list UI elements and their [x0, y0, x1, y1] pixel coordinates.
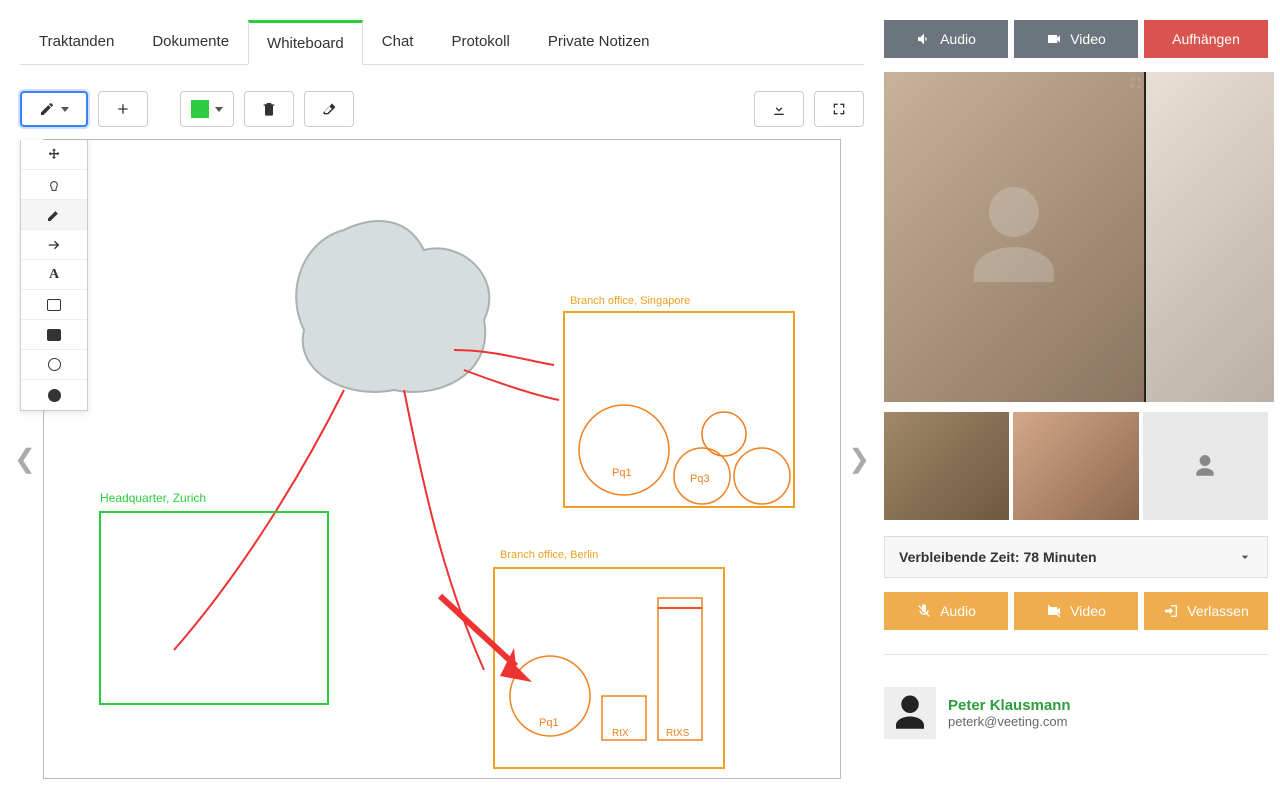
svg-text:RtXS: RtXS	[666, 728, 690, 739]
add-button[interactable]	[98, 91, 148, 127]
arrow-right-icon	[46, 237, 62, 253]
square-outline-icon	[47, 299, 61, 311]
move-icon	[46, 147, 62, 163]
video-toggle-top[interactable]: Video	[1014, 20, 1138, 58]
expand-icon	[831, 101, 847, 117]
tab-private-notizen[interactable]: Private Notizen	[529, 20, 669, 64]
audio-toggle-top[interactable]: Audio	[884, 20, 1008, 58]
pencil-icon	[46, 207, 62, 223]
circle-fill-icon	[48, 389, 61, 402]
tab-protokoll[interactable]: Protokoll	[432, 20, 528, 64]
remaining-time-label: Verbleibende Zeit: 78 Minuten	[899, 549, 1097, 565]
video-feed-empty[interactable]	[1143, 412, 1268, 520]
tool-laser[interactable]	[21, 170, 87, 200]
chevron-down-icon	[215, 107, 223, 112]
video-feed-4[interactable]	[1013, 412, 1138, 520]
camera-icon	[1046, 31, 1062, 47]
audio-toggle-bottom[interactable]: Audio	[884, 592, 1008, 630]
svg-text:Pq1: Pq1	[612, 467, 632, 479]
avatar	[884, 687, 936, 739]
whiteboard-canvas[interactable]: Headquarter, Zurich Branch office, Singa…	[43, 139, 841, 779]
mic-off-icon	[916, 603, 932, 619]
hangup-button[interactable]: Aufhängen	[1144, 20, 1268, 58]
participant-row[interactable]: Peter Klausmann peterk@veeting.com	[884, 679, 1268, 747]
video-grid: ⛶	[884, 72, 1268, 402]
svg-text:Pq3: Pq3	[690, 473, 710, 485]
tool-text[interactable]: A	[21, 260, 87, 290]
logout-icon	[1163, 603, 1179, 619]
color-picker-button[interactable]	[180, 91, 234, 127]
video-feed-2[interactable]	[1146, 72, 1274, 402]
tool-arrow[interactable]	[21, 230, 87, 260]
plus-icon	[115, 101, 131, 117]
download-icon	[771, 101, 787, 117]
tool-circle-fill[interactable]	[21, 380, 87, 410]
color-swatch	[191, 100, 209, 118]
tab-chat[interactable]: Chat	[363, 20, 433, 64]
download-button[interactable]	[754, 91, 804, 127]
participant-name: Peter Klausmann	[948, 697, 1071, 714]
chevron-down-icon	[61, 107, 69, 112]
tool-pencil[interactable]	[21, 200, 87, 230]
tab-bar: Traktanden Dokumente Whiteboard Chat Pro…	[20, 20, 864, 65]
hq-label: Headquarter, Zurich	[100, 491, 206, 505]
tab-traktanden[interactable]: Traktanden	[20, 20, 133, 64]
eraser-button[interactable]	[304, 91, 354, 127]
video-feed-3[interactable]	[884, 412, 1009, 520]
circle-outline-icon	[48, 358, 61, 371]
tab-dokumente[interactable]: Dokumente	[133, 20, 248, 64]
tool-rect-fill[interactable]	[21, 320, 87, 350]
branch2-label: Branch office, Berlin	[500, 549, 598, 561]
bulb-icon	[46, 177, 62, 193]
prev-page-button[interactable]: ❮	[14, 444, 36, 475]
delete-button[interactable]	[244, 91, 294, 127]
person-icon	[889, 692, 931, 734]
tool-circle-outline[interactable]	[21, 350, 87, 380]
eraser-icon	[321, 101, 337, 117]
chevron-down-icon	[1237, 549, 1253, 565]
video-toggle-bottom[interactable]: Video	[1014, 592, 1138, 630]
tool-move[interactable]	[21, 140, 87, 170]
next-page-button[interactable]: ❯	[848, 444, 870, 475]
participant-list: Peter Klausmann peterk@veeting.com	[884, 679, 1268, 747]
tool-dropdown-menu: A	[20, 140, 88, 411]
svg-text:RtX: RtX	[612, 728, 629, 739]
video-fullscreen-icon[interactable]: ⛶	[1132, 76, 1140, 91]
text-icon: A	[49, 267, 59, 283]
branch1-label: Branch office, Singapore	[570, 295, 690, 307]
leave-button[interactable]: Verlassen	[1144, 592, 1268, 630]
square-fill-icon	[47, 329, 61, 341]
fullscreen-button[interactable]	[814, 91, 864, 127]
svg-text:Pq1: Pq1	[539, 717, 559, 729]
tool-dropdown-button[interactable]	[20, 91, 88, 127]
tool-rect-outline[interactable]	[21, 290, 87, 320]
participant-email: peterk@veeting.com	[948, 714, 1071, 729]
remaining-time-bar[interactable]: Verbleibende Zeit: 78 Minuten	[884, 536, 1268, 578]
person-icon	[1192, 453, 1218, 479]
whiteboard-toolbar	[20, 91, 864, 127]
video-feed-main[interactable]: ⛶	[884, 72, 1144, 402]
sound-icon	[916, 31, 932, 47]
trash-icon	[261, 101, 277, 117]
pencil-icon	[39, 101, 55, 117]
camera-off-icon	[1046, 603, 1062, 619]
tab-whiteboard[interactable]: Whiteboard	[248, 20, 363, 65]
